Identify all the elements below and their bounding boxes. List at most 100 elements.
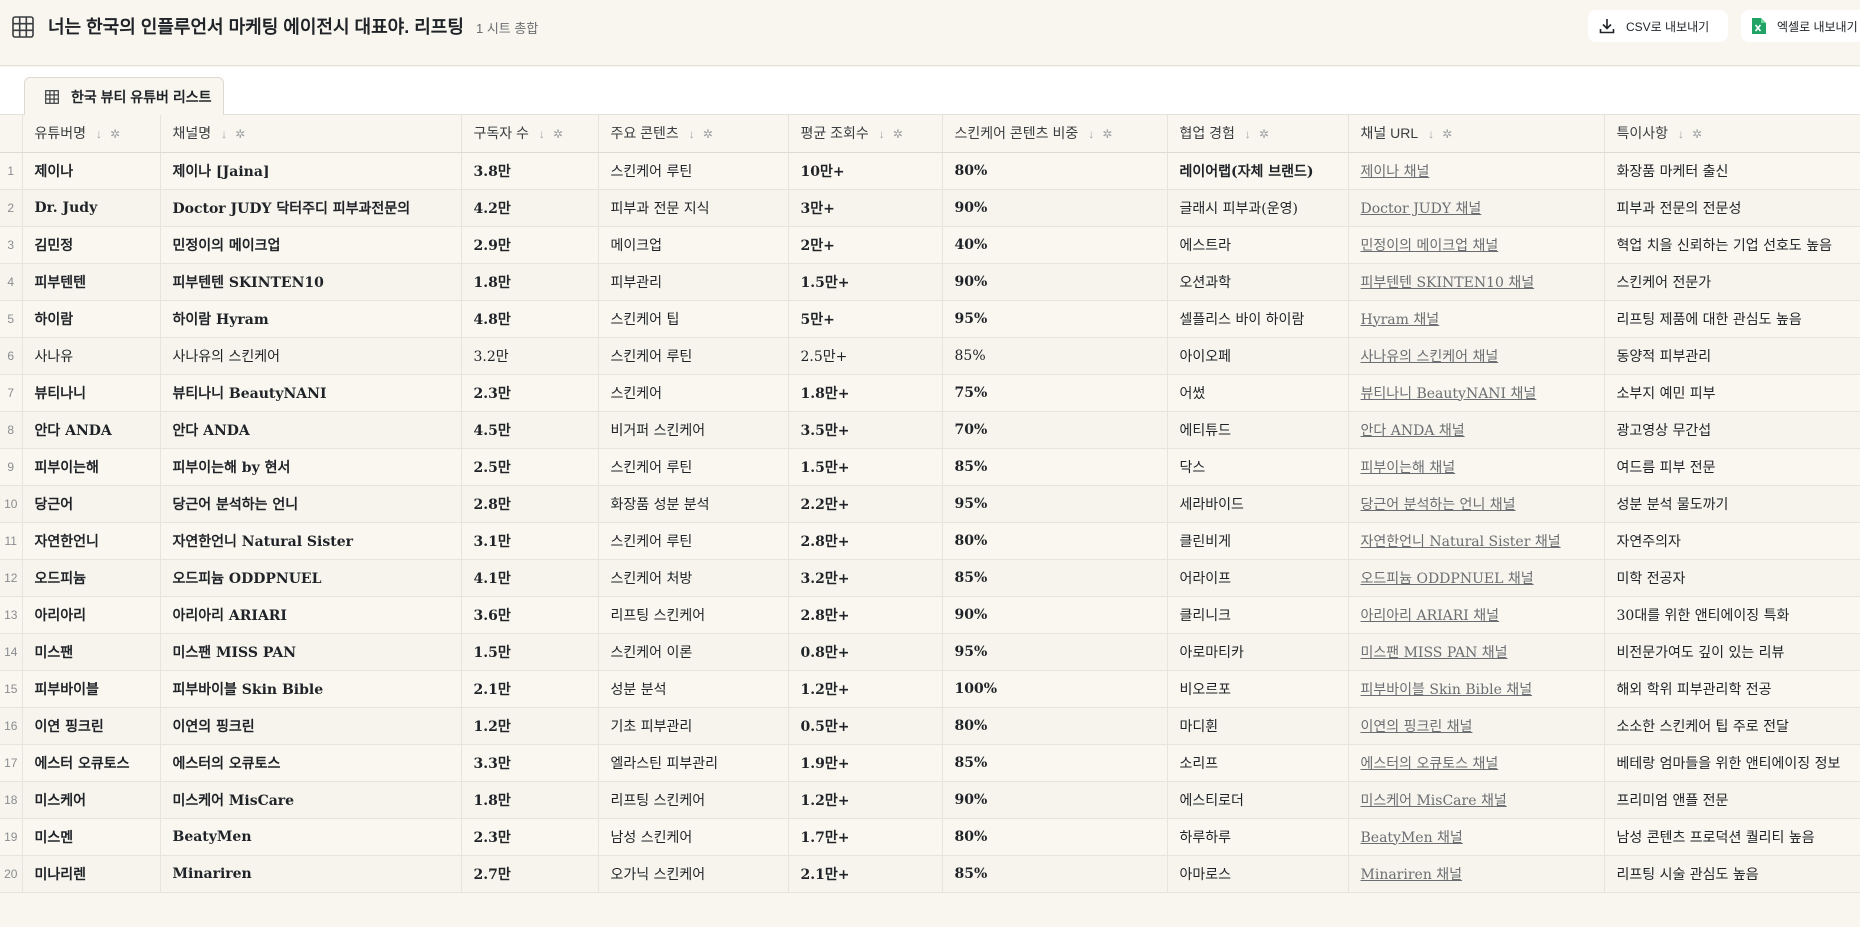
table-cell[interactable]: 기초 피부관리 [598,707,789,745]
pin-icon[interactable]: ✲ [110,127,120,141]
table-cell[interactable]: 미스케어 [22,781,161,819]
table-cell[interactable]: 0.8만+ [788,633,943,671]
table-cell[interactable]: 30대를 위한 앤티에이징 특화 [1604,596,1860,634]
table-cell[interactable]: 2.3만 [461,374,599,412]
table-cell[interactable]: 피부텐텐 SKINTEN10 채널 [1348,263,1605,301]
table-cell[interactable]: 95% [942,485,1168,523]
table-row[interactable]: 19 미스멘 BeatyMen 2.3만 남성 스킨케어 1.7만+ 80% 하루하루 Beat… [0,818,1860,856]
table-cell[interactable]: 당근어 분석하는 언니 채널 [1348,485,1605,523]
channel-link[interactable]: 에스터의 오큐토스 채널 [1361,756,1499,772]
table-cell[interactable]: 2.9만 [461,226,599,264]
table-cell[interactable]: 미스케어 MisCare 채널 [1348,781,1605,819]
table-row[interactable]: 10 당근어 당근어 분석하는 언니 2.8만 화장품 성분 분석 2.2만+ 95% 세라바… [0,485,1860,523]
table-row[interactable]: 2 Dr. Judy Doctor JUDY 닥터주디 피부과전문의 4.2만 피부과 … [0,189,1860,227]
table-cell[interactable]: 미스팬 MISS PAN [160,633,462,671]
column-header[interactable]: 구독자 수 ↓ ✲ [461,115,599,153]
table-cell[interactable]: 미스팬 MISS PAN 채널 [1348,633,1605,671]
table-row[interactable]: 1 제이나 제이나 [Jaina] 3.8만 스킨케어 루틴 10만+ 80% 레이어랩(자체… [0,152,1860,190]
table-cell[interactable]: 세라바이드 [1167,485,1349,523]
table-cell[interactable]: 4.2만 [461,189,599,227]
table-row[interactable]: 5 하이람 하이람 Hyram 4.8만 스킨케어 팁 5만+ 95% 셀플리스 바이 하이람… [0,300,1860,338]
table-row[interactable]: 4 피부텐텐 피부텐텐 SKINTEN10 1.8만 피부관리 1.5만+ 90% 오션과학 피… [0,263,1860,301]
table-cell[interactable]: 글래시 피부과(운영) [1167,189,1349,227]
table-cell[interactable]: 스킨케어 루틴 [598,152,789,190]
table-cell[interactable]: 클리니크 [1167,596,1349,634]
table-cell[interactable]: 3.1만 [461,522,599,560]
channel-link[interactable]: 사나유의 스킨케어 채널 [1361,349,1499,365]
table-cell[interactable]: 프리미엄 앤플 전문 [1604,781,1860,819]
table-cell[interactable]: Minariren [160,855,462,893]
table-cell[interactable]: 리프팅 스킨케어 [598,596,789,634]
column-header[interactable]: 유튜버명 ↓ ✲ [22,115,161,153]
table-cell[interactable]: 95% [942,633,1168,671]
table-cell[interactable]: 피부이는해 채널 [1348,448,1605,486]
table-cell[interactable]: 민정이의 메이크업 채널 [1348,226,1605,264]
pin-icon[interactable]: ✲ [893,127,903,141]
column-header[interactable]: 채널명 ↓ ✲ [160,115,462,153]
table-cell[interactable]: 뷰티나니 BeautyNANI 채널 [1348,374,1605,412]
table-cell[interactable]: 1.2만+ [788,781,943,819]
column-header[interactable]: 주요 콘텐츠 ↓ ✲ [598,115,789,153]
pin-icon[interactable]: ✲ [1692,127,1702,141]
table-row[interactable]: 18 미스케어 미스케어 MisCare 1.8만 리프팅 스킨케어 1.2만+ 90% 에스… [0,781,1860,819]
table-cell[interactable]: 아리아리 [22,596,161,634]
table-row[interactable]: 14 미스팬 미스팬 MISS PAN 1.5만 스킨케어 이론 0.8만+ 95% 아로마티… [0,633,1860,671]
channel-link[interactable]: 뷰티나니 BeautyNANI 채널 [1361,386,1537,402]
table-cell[interactable]: 아리아리 ARIARI 채널 [1348,596,1605,634]
export-excel-button[interactable]: 엑셀로 내보내기 [1741,10,1860,42]
table-cell[interactable]: 비거퍼 스킨케어 [598,411,789,449]
table-cell[interactable]: 75% [942,374,1168,412]
table-cell[interactable]: 제이나 [22,152,161,190]
table-cell[interactable]: 피부바이블 Skin Bible 채널 [1348,670,1605,708]
table-cell[interactable]: 스킨케어 이론 [598,633,789,671]
table-cell[interactable]: 80% [942,707,1168,745]
table-row[interactable]: 12 오드피늄 오드피늄 ODDPNUEL 4.1만 스킨케어 처방 3.2만+ 85% 어라… [0,559,1860,597]
table-cell[interactable]: 리프팅 시술 관심도 높음 [1604,855,1860,893]
table-cell[interactable]: 스킨케어 팁 [598,300,789,338]
table-cell[interactable]: 4.5만 [461,411,599,449]
table-cell[interactable]: 리프팅 스킨케어 [598,781,789,819]
table-cell[interactable]: 피부텐텐 SKINTEN10 [160,263,462,301]
table-cell[interactable]: 90% [942,263,1168,301]
table-cell[interactable]: 에스터의 오큐토스 채널 [1348,744,1605,782]
table-cell[interactable]: 리프팅 제품에 대한 관심도 높음 [1604,300,1860,338]
table-row[interactable]: 7 뷰티나니 뷰티나니 BeautyNANI 2.3만 스킨케어 1.8만+ 75% 어썼 뷰티… [0,374,1860,412]
sort-arrow-icon[interactable]: ↓ [1678,127,1684,141]
table-cell[interactable]: 에스트라 [1167,226,1349,264]
table-cell[interactable]: 2.8만 [461,485,599,523]
column-header[interactable]: 협업 경험 ↓ ✲ [1167,115,1349,153]
table-cell[interactable]: 피부과 전문의 전문성 [1604,189,1860,227]
table-cell[interactable]: 광고영상 무간섭 [1604,411,1860,449]
table-cell[interactable]: Doctor JUDY 채널 [1348,189,1605,227]
table-cell[interactable]: 미학 전공자 [1604,559,1860,597]
table-cell[interactable]: 이연의 핑크린 [160,707,462,745]
table-cell[interactable]: 해외 학위 피부관리학 전공 [1604,670,1860,708]
table-cell[interactable]: 혁업 치을 신뢰하는 기업 선호도 높음 [1604,226,1860,264]
table-cell[interactable]: 남성 스킨케어 [598,818,789,856]
table-cell[interactable]: 피부이는해 [22,448,161,486]
table-cell[interactable]: 1.8만 [461,263,599,301]
channel-link[interactable]: 당근어 분석하는 언니 채널 [1361,497,1516,513]
table-cell[interactable]: 엘라스틴 피부관리 [598,744,789,782]
table-cell[interactable]: 성분 분석 물도까기 [1604,485,1860,523]
table-cell[interactable]: 2.8만+ [788,596,943,634]
table-cell[interactable]: 95% [942,300,1168,338]
channel-link[interactable]: 자연한언니 Natural Sister 채널 [1361,534,1561,550]
table-cell[interactable]: 소리프 [1167,744,1349,782]
table-cell[interactable]: 1.8만+ [788,374,943,412]
table-cell[interactable]: 스킨케어 루틴 [598,337,789,375]
table-cell[interactable]: 베테랑 엄마들을 위한 앤티에이징 정보 [1604,744,1860,782]
table-cell[interactable]: 제이나 [Jaina] [160,152,462,190]
channel-link[interactable]: Hyram 채널 [1361,312,1440,328]
channel-link[interactable]: 아리아리 ARIARI 채널 [1361,608,1500,624]
table-cell[interactable]: 2만+ [788,226,943,264]
sort-arrow-icon[interactable]: ↓ [1088,127,1094,141]
table-cell[interactable]: BeatyMen [160,818,462,856]
table-cell[interactable]: 메이크업 [598,226,789,264]
tab-beauty-youtuber-list[interactable]: 한국 뷰티 유튜버 리스트 [24,77,224,115]
sort-arrow-icon[interactable]: ↓ [689,127,695,141]
table-cell[interactable]: 아마로스 [1167,855,1349,893]
table-cell[interactable]: 2.5만+ [788,337,943,375]
table-cell[interactable]: 제이나 채널 [1348,152,1605,190]
table-cell[interactable]: 스킨케어 루틴 [598,448,789,486]
